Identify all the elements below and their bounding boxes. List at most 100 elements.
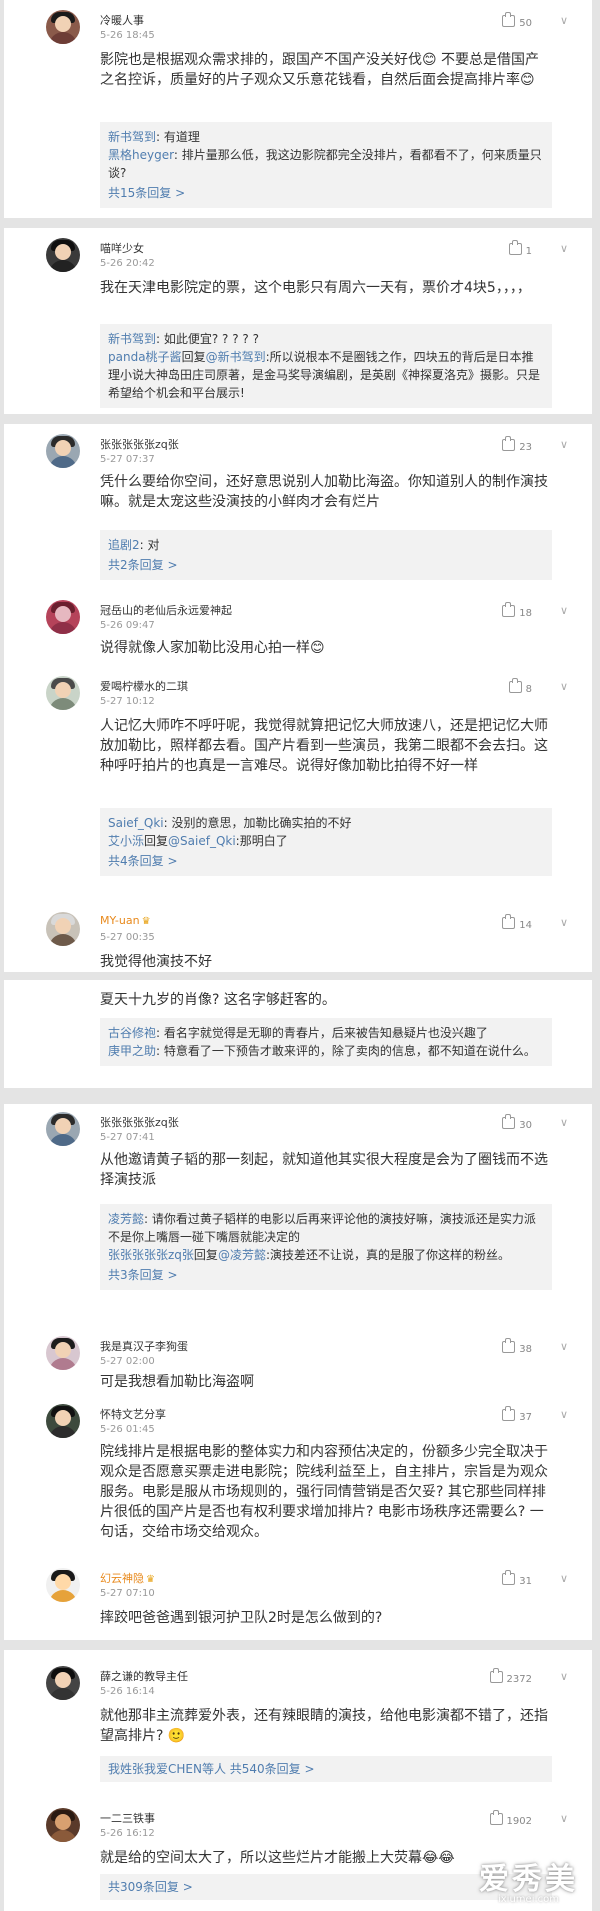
- avatar[interactable]: [46, 1404, 80, 1438]
- like-button[interactable]: 2372: [489, 1668, 532, 1685]
- reply-username[interactable]: 凌芳懿: [108, 1212, 144, 1226]
- chevron-down-icon[interactable]: ∨: [560, 1116, 568, 1129]
- reply-separator: :: [144, 1212, 152, 1226]
- username[interactable]: 张张张张张zq张: [100, 1114, 179, 1130]
- like-button[interactable]: 1902: [489, 1810, 532, 1827]
- reply-prefix: 回复: [144, 834, 169, 848]
- like-count: 37: [519, 1412, 532, 1423]
- like-count: 14: [519, 920, 532, 931]
- avatar[interactable]: [46, 1112, 80, 1146]
- comment-text: 就他那非主流葬爱外表，还有辣眼睛的演技，给他电影演都不错了，还指望高排片? 🙂: [100, 1708, 548, 1744]
- comment-text: 可是我想看加勒比海盗啊: [100, 1374, 254, 1390]
- like-button[interactable]: 23: [502, 436, 532, 453]
- reply-username[interactable]: 艾小泺: [108, 834, 144, 848]
- like-button[interactable]: 38: [502, 1338, 532, 1355]
- more-replies-link[interactable]: 共4条回复 >: [108, 852, 544, 870]
- timestamp: 5-26 18:45: [100, 30, 155, 41]
- thumbs-up-icon: [502, 914, 516, 929]
- reply-separator: :: [156, 332, 164, 346]
- avatar[interactable]: [46, 10, 80, 44]
- like-button[interactable]: 37: [502, 1406, 532, 1423]
- username[interactable]: 幻云神隐 ♛: [100, 1570, 155, 1586]
- reply-username[interactable]: 黑格heyger: [108, 148, 174, 162]
- reply-mention[interactable]: @凌芳懿: [218, 1248, 266, 1262]
- reply-text: 请你看过黄子韬样的电影以后再来评论他的演技好嘛，演技派还是实力派不是你上嘴唇一碰…: [108, 1212, 536, 1244]
- chevron-down-icon[interactable]: ∨: [560, 604, 568, 617]
- more-replies-link[interactable]: 共3条回复 >: [108, 1266, 544, 1284]
- comment-text: 我觉得他演技不好: [100, 954, 212, 970]
- like-button[interactable]: 50: [502, 12, 532, 29]
- reply-username[interactable]: 新书驾到: [108, 130, 156, 144]
- reply-box: 凌芳懿: 请你看过黄子韬样的电影以后再来评论他的演技好嘛，演技派还是实力派不是你…: [100, 1204, 552, 1290]
- like-button[interactable]: 14: [502, 914, 532, 931]
- reply-mention[interactable]: @新书驾到: [206, 350, 266, 364]
- chevron-down-icon[interactable]: ∨: [560, 680, 568, 693]
- username[interactable]: 怀特文艺分享: [100, 1406, 166, 1422]
- like-button[interactable]: 31: [502, 1570, 532, 1587]
- chevron-down-icon[interactable]: ∨: [560, 438, 568, 451]
- more-replies-link[interactable]: 共15条回复 >: [108, 184, 544, 202]
- reply-prefix: 回复: [193, 1248, 218, 1262]
- username[interactable]: 爱喝柠檬水的二琪: [100, 678, 188, 694]
- timestamp: 5-27 07:37: [100, 454, 155, 465]
- reply-username[interactable]: 新书驾到: [108, 332, 156, 346]
- timestamp: 5-27 07:10: [100, 1588, 155, 1599]
- comment-text: 夏天十九岁的肖像? 这名字够赶客的。: [100, 992, 336, 1008]
- chevron-down-icon[interactable]: ∨: [560, 1670, 568, 1683]
- like-button[interactable]: 18: [502, 602, 532, 619]
- thumbs-up-icon: [502, 602, 516, 617]
- timestamp: 5-26 01:45: [100, 1424, 155, 1435]
- comment-card: 喵咩少女 5-26 20:42 1 ∨ 我在天津电影院定的票，这个电影只有周六一…: [4, 228, 592, 414]
- chevron-down-icon[interactable]: ∨: [560, 1812, 568, 1825]
- chevron-down-icon[interactable]: ∨: [560, 14, 568, 27]
- chevron-down-icon[interactable]: ∨: [560, 242, 568, 255]
- more-replies-link[interactable]: 共2条回复 >: [108, 556, 544, 574]
- avatar[interactable]: [46, 676, 80, 710]
- username[interactable]: 一二三铁事: [100, 1810, 155, 1826]
- reply-separator: :: [139, 538, 148, 552]
- chevron-down-icon[interactable]: ∨: [560, 1408, 568, 1421]
- thumbs-up-icon: [502, 12, 516, 27]
- username[interactable]: 冠岳山的老仙后永远爱神起: [100, 602, 232, 618]
- reply-text: 演技差还不让说，真的是服了你这样的粉丝。: [270, 1248, 511, 1262]
- like-count: 1902: [506, 1816, 532, 1827]
- username[interactable]: 我是真汉子李狗蛋: [100, 1338, 188, 1354]
- reply-username[interactable]: 张张张张张zq张: [108, 1248, 194, 1262]
- username[interactable]: 薛之谦的教导主任: [100, 1668, 188, 1684]
- reply-username[interactable]: 庚甲之助: [108, 1044, 156, 1058]
- reply-username[interactable]: panda桃子酱: [108, 350, 182, 364]
- reply-username[interactable]: 追剧2: [108, 538, 140, 552]
- username[interactable]: 冷暖人事: [100, 12, 144, 28]
- avatar[interactable]: [46, 238, 80, 272]
- chevron-down-icon[interactable]: ∨: [560, 1572, 568, 1585]
- avatar[interactable]: [46, 1336, 80, 1370]
- thumbs-up-icon: [502, 1114, 516, 1129]
- reply-mention[interactable]: @Saief_Qki: [168, 834, 236, 848]
- reply: panda桃子酱回复@新书驾到:所以说根本不是圈钱之作，四块五的背后是日本推理小…: [108, 348, 544, 402]
- avatar[interactable]: [46, 1808, 80, 1842]
- username[interactable]: 张张张张张zq张: [100, 436, 179, 452]
- reply: 庚甲之助: 特意看了一下预告才敢来评的，除了卖肉的信息，都不知道在说什么。: [108, 1042, 544, 1060]
- comment-text: 从他邀请黄子韬的那一刻起，就知道他其实很大程度是会为了圈钱而不选择演技派: [100, 1152, 548, 1188]
- thumbs-up-icon: [508, 240, 522, 255]
- avatar[interactable]: [46, 1568, 80, 1602]
- like-button[interactable]: 1: [508, 240, 532, 257]
- like-button[interactable]: 8: [508, 678, 532, 695]
- avatar[interactable]: [46, 912, 80, 946]
- comment-card: 夏天十九岁的肖像? 这名字够赶客的。 古谷修袍: 看名字就觉得是无聊的青春片，后…: [4, 980, 592, 1088]
- username[interactable]: MY-uan ♛: [100, 914, 151, 927]
- avatar[interactable]: [46, 600, 80, 634]
- reply-box: 追剧2: 对 共2条回复 >: [100, 530, 552, 580]
- chevron-down-icon[interactable]: ∨: [560, 916, 568, 929]
- avatar[interactable]: [46, 434, 80, 468]
- comment-card: MY-uan ♛ 5-27 00:35 14 ∨ 我觉得他演技不好: [4, 906, 592, 972]
- reply-username[interactable]: 古谷修袍: [108, 1026, 156, 1040]
- reply-box: 我姓张我爱CHEN等人 共540条回复 >: [100, 1756, 552, 1782]
- avatar[interactable]: [46, 1666, 80, 1700]
- like-button[interactable]: 30: [502, 1114, 532, 1131]
- username[interactable]: 喵咩少女: [100, 240, 144, 256]
- more-replies-link[interactable]: 我姓张我爱CHEN等人 共540条回复 >: [108, 1760, 544, 1778]
- reply-username[interactable]: Saief_Qki: [108, 816, 164, 830]
- like-count: 18: [519, 608, 532, 619]
- chevron-down-icon[interactable]: ∨: [560, 1340, 568, 1353]
